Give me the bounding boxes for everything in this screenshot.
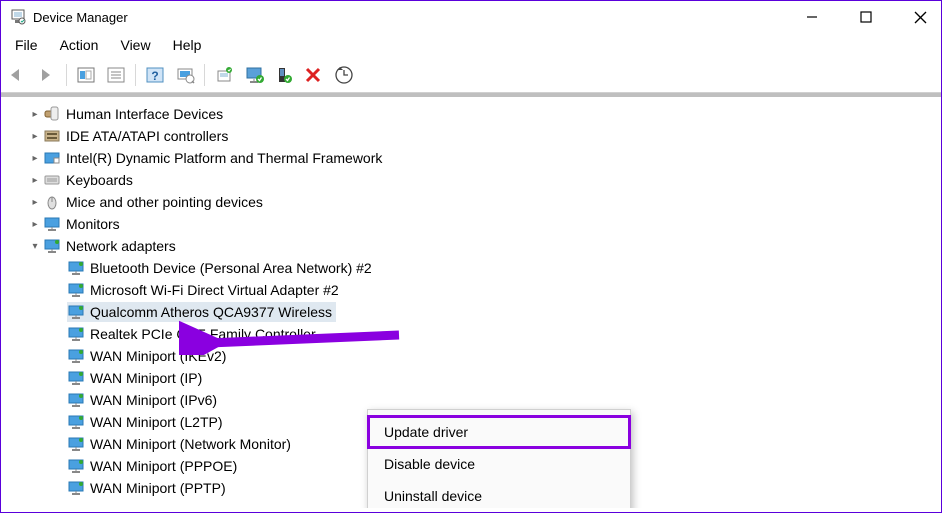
tree-item[interactable]: WAN Miniport (IP) <box>1 367 941 389</box>
mouse-icon <box>43 193 61 211</box>
tree-category[interactable]: ▸ Mice and other pointing devices <box>1 191 941 213</box>
svg-text:?: ? <box>151 69 158 83</box>
context-menu: Update driver Disable device Uninstall d… <box>367 409 631 508</box>
ide-icon <box>43 127 61 145</box>
network-adapter-icon <box>67 479 85 497</box>
tree-item[interactable]: WAN Miniport (IPv6) <box>1 389 941 411</box>
network-adapter-icon <box>67 281 85 299</box>
device-label: Microsoft Wi-Fi Direct Virtual Adapter #… <box>90 282 339 298</box>
expand-icon[interactable]: ▸ <box>29 130 41 142</box>
show-hide-tree-button[interactable] <box>72 62 100 88</box>
menu-action[interactable]: Action <box>52 35 107 55</box>
expand-icon[interactable]: ▸ <box>29 108 41 120</box>
scan-hardware-button[interactable] <box>171 62 199 88</box>
tree-category-network-adapters[interactable]: ▾ Network adapters <box>1 235 941 257</box>
network-adapter-icon <box>67 325 85 343</box>
network-adapter-icon <box>67 347 85 365</box>
device-label: WAN Miniport (PPPOE) <box>90 458 237 474</box>
keyboard-icon <box>43 171 61 189</box>
tree-category[interactable]: ▸ Human Interface Devices <box>1 103 941 125</box>
monitor-icon <box>43 215 61 233</box>
tree-category[interactable]: ▸ IDE ATA/ATAPI controllers <box>1 125 941 147</box>
ctx-disable-device[interactable]: Disable device <box>368 448 630 480</box>
device-label: WAN Miniport (L2TP) <box>90 414 223 430</box>
network-adapter-icon <box>67 369 85 387</box>
tree-category[interactable]: ▸ Monitors <box>1 213 941 235</box>
tree-category[interactable]: ▸ Keyboards <box>1 169 941 191</box>
maximize-button[interactable] <box>857 8 875 26</box>
enable-device-button[interactable] <box>240 62 268 88</box>
network-adapter-icon <box>67 435 85 453</box>
toolbar-separator <box>66 64 67 86</box>
device-label: WAN Miniport (PPTP) <box>90 480 226 496</box>
menu-view[interactable]: View <box>112 35 158 55</box>
network-adapter-icon <box>67 391 85 409</box>
tree-item[interactable]: WAN Miniport (IKEv2) <box>1 345 941 367</box>
network-adapter-icon <box>67 413 85 431</box>
category-label: Network adapters <box>66 238 176 254</box>
close-button[interactable] <box>911 8 929 26</box>
category-label: IDE ATA/ATAPI controllers <box>66 128 228 144</box>
device-label: WAN Miniport (Network Monitor) <box>90 436 291 452</box>
help-button[interactable]: ? <box>141 62 169 88</box>
tree-item[interactable]: Bluetooth Device (Personal Area Network)… <box>1 257 941 279</box>
collapse-icon[interactable]: ▾ <box>29 240 41 252</box>
app-icon <box>9 8 27 26</box>
category-label: Mice and other pointing devices <box>66 194 263 210</box>
minimize-button[interactable] <box>803 8 821 26</box>
add-legacy-hardware-button[interactable] <box>330 62 358 88</box>
device-label: Qualcomm Atheros QCA9377 Wireless <box>90 304 332 320</box>
window-controls <box>803 8 937 26</box>
menubar: File Action View Help <box>1 33 941 60</box>
network-adapter-icon <box>67 457 85 475</box>
ctx-update-driver[interactable]: Update driver <box>368 416 630 448</box>
expand-icon[interactable]: ▸ <box>29 218 41 230</box>
update-driver-button[interactable] <box>210 62 238 88</box>
device-label: WAN Miniport (IPv6) <box>90 392 217 408</box>
titlebar: Device Manager <box>1 1 941 33</box>
network-icon <box>43 237 61 255</box>
category-label: Monitors <box>66 216 120 232</box>
properties-button[interactable] <box>102 62 130 88</box>
expand-icon[interactable]: ▸ <box>29 196 41 208</box>
device-label: Realtek PCIe GBE Family Controller <box>90 326 316 342</box>
tree-category[interactable]: ▸ Intel(R) Dynamic Platform and Thermal … <box>1 147 941 169</box>
toolbar: ? <box>1 60 941 93</box>
expand-icon[interactable]: ▸ <box>29 174 41 186</box>
network-adapter-icon <box>67 303 85 321</box>
category-label: Human Interface Devices <box>66 106 223 122</box>
disable-device-button[interactable] <box>270 62 298 88</box>
ctx-uninstall-device[interactable]: Uninstall device <box>368 480 630 508</box>
device-label: Bluetooth Device (Personal Area Network)… <box>90 260 372 276</box>
device-tree: ▸ Human Interface Devices ▸ IDE ATA/ATAP… <box>1 93 941 508</box>
nav-forward-button[interactable] <box>33 62 61 88</box>
category-label: Keyboards <box>66 172 133 188</box>
uninstall-device-button[interactable] <box>300 62 328 88</box>
toolbar-separator <box>204 64 205 86</box>
menu-help[interactable]: Help <box>165 35 210 55</box>
menu-file[interactable]: File <box>7 35 46 55</box>
tree-item[interactable]: Realtek PCIe GBE Family Controller <box>1 323 941 345</box>
device-label: WAN Miniport (IP) <box>90 370 202 386</box>
toolbar-separator <box>135 64 136 86</box>
platform-icon <box>43 149 61 167</box>
tree-item[interactable]: Qualcomm Atheros QCA9377 Wireless <box>1 301 941 323</box>
network-adapter-icon <box>67 259 85 277</box>
nav-back-button[interactable] <box>3 62 31 88</box>
device-label: WAN Miniport (IKEv2) <box>90 348 226 364</box>
category-label: Intel(R) Dynamic Platform and Thermal Fr… <box>66 150 382 166</box>
expand-icon[interactable]: ▸ <box>29 152 41 164</box>
hid-icon <box>43 105 61 123</box>
window-title: Device Manager <box>33 10 128 25</box>
tree-item[interactable]: Microsoft Wi-Fi Direct Virtual Adapter #… <box>1 279 941 301</box>
